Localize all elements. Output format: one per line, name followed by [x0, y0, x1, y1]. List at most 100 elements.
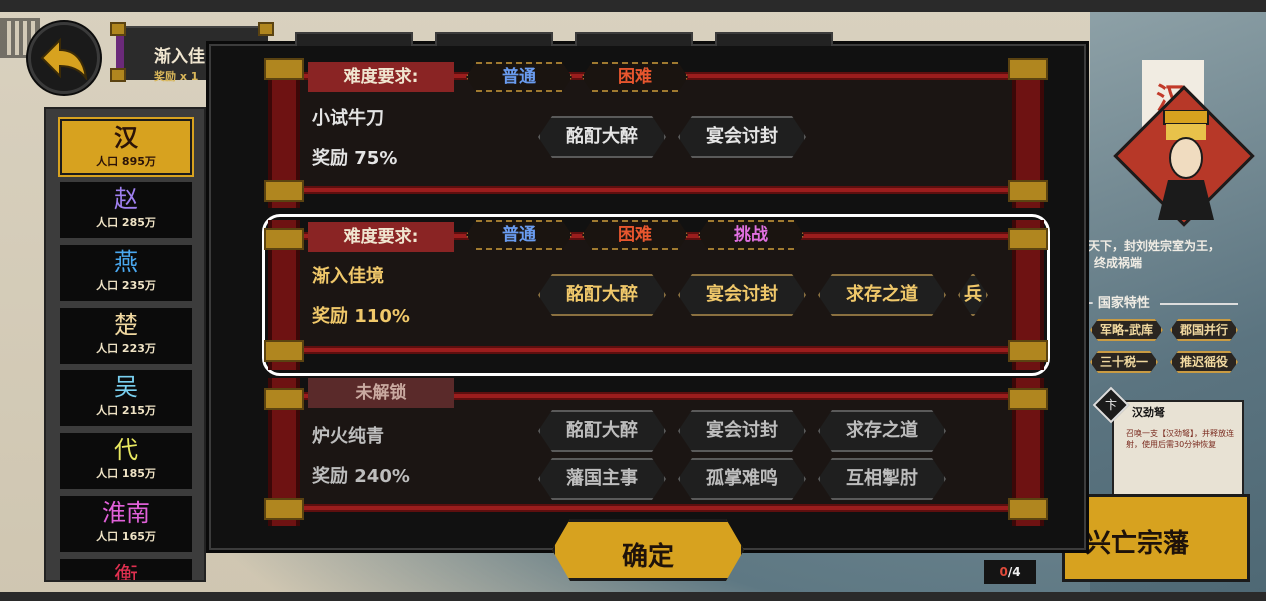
back-button[interactable]: [28, 22, 100, 94]
modal-tab: [435, 32, 553, 46]
faction-item-yan[interactable]: 燕 人口 235万: [60, 245, 192, 301]
trait-badge[interactable]: 三十税一: [1090, 351, 1158, 373]
faction-item-han[interactable]: 汉 人口 895万: [58, 117, 194, 177]
faction-population: 人口 895万: [96, 155, 156, 168]
traits-title-text: 国家特性: [1097, 296, 1150, 311]
unit-card-text: 召唤一支【汉劲弩】，并释放连射，使用后需30分钟恢复: [1126, 429, 1234, 449]
stage-name: 小试牛刀: [312, 108, 384, 129]
modifier-tag[interactable]: 酩酊大醉: [538, 274, 666, 316]
faction-item-zhao[interactable]: 赵 人口 285万: [60, 182, 192, 238]
modifier-tag: 求存之道: [818, 410, 946, 452]
unit-card-name: 汉劲弩: [1132, 406, 1165, 419]
difficulty-hard[interactable]: 困难: [582, 220, 688, 250]
trait-badge[interactable]: 军略-武库: [1090, 319, 1163, 341]
faction-item-wu[interactable]: 吴 人口 215万: [60, 370, 192, 426]
modal-tab: [575, 32, 693, 46]
faction-name: 汉: [114, 124, 138, 152]
modifier-tag: 宴会讨封: [678, 410, 806, 452]
top-strip: [0, 0, 1266, 12]
faction-name: 淮南: [102, 499, 150, 527]
start-game-label: 兴亡宗藩: [1085, 529, 1190, 559]
faction-item-heng[interactable]: 衡: [60, 559, 192, 582]
faction-population: 人口 165万: [96, 530, 156, 543]
trait-badge[interactable]: 推迟徭役: [1170, 351, 1238, 373]
pillar-cap: [1008, 340, 1048, 362]
modifier-tag[interactable]: 宴会讨封: [678, 116, 806, 158]
difficulty-challenge[interactable]: 挑战: [698, 220, 804, 250]
modifier-tag: 藩国主事: [538, 458, 666, 500]
pillar-cap: [1008, 228, 1048, 250]
stage-row-2[interactable]: 难度要求: 普通 困难 挑战 渐入佳境 奖励 110% 酩酊大醉 宴会讨封 求存…: [262, 214, 1050, 376]
modal-tab: [715, 32, 833, 46]
pillar-cap: [264, 228, 304, 250]
difficulty-requirement-label: 难度要求:: [308, 62, 454, 92]
row-rail: [288, 346, 1024, 354]
faction-item-dai[interactable]: 代 人口 185万: [60, 433, 192, 489]
selection-counter: 0/4: [984, 560, 1036, 584]
difficulty-normal[interactable]: 普通: [466, 62, 572, 92]
pillar-cap: [264, 388, 304, 410]
trait-badge[interactable]: 郡国并行: [1170, 319, 1238, 341]
modifier-tag: 互相掣肘: [818, 458, 946, 500]
counter-current: 0: [999, 565, 1008, 579]
faction-name: 衡: [114, 562, 138, 582]
modifier-tag[interactable]: 酩酊大醉: [538, 116, 666, 158]
faction-name: 燕: [114, 248, 138, 276]
pillar-cap: [1008, 388, 1048, 410]
modifier-tag: 孤掌难鸣: [678, 458, 806, 500]
stage-name: 渐入佳境: [312, 266, 384, 287]
stage-name: 炉火纯青: [312, 426, 384, 447]
description-line: 终成祸端: [1094, 256, 1143, 270]
counter-total: /4: [1007, 565, 1021, 579]
row-rail: [288, 186, 1024, 194]
back-arrow-icon: [40, 37, 88, 80]
faction-name: 吴: [114, 373, 138, 401]
locked-label: 未解锁: [308, 378, 454, 408]
modifier-tag[interactable]: 宴会讨封: [678, 274, 806, 316]
emperor-portrait: [1158, 110, 1214, 220]
stage-row-3: 未解锁 炉火纯青 奖励 240% 酩酊大醉 宴会讨封 求存之道 藩国主事 孤掌难…: [264, 378, 1048, 526]
row-rail: [288, 504, 1024, 512]
modifier-tag[interactable]: 求存之道: [818, 274, 946, 316]
faction-description: 天下，封刘姓宗室为王， 终成祸端: [1088, 238, 1220, 272]
faction-name: 赵: [114, 185, 138, 213]
stage-row-1[interactable]: 难度要求: 普通 困难 小试牛刀 奖励 75% 酩酊大醉 宴会讨封: [264, 58, 1048, 208]
stage-reward: 奖励 75%: [312, 148, 398, 169]
pillar-cap: [264, 58, 304, 80]
pillar-cap: [1008, 58, 1048, 80]
unit-card-badge-char: 卞: [1104, 398, 1117, 412]
faction-population: 人口 285万: [96, 216, 156, 229]
scroll-knob: [110, 68, 126, 82]
description-line: 天下，封刘姓宗室为王，: [1088, 239, 1221, 253]
pillar-cap: [1008, 180, 1048, 202]
pillar-cap: [264, 498, 304, 520]
bottom-strip: [0, 592, 1266, 601]
confirm-label: 确定: [621, 542, 674, 572]
stage-reward: 奖励 240%: [312, 466, 410, 487]
stage-reward: 奖励 110%: [312, 306, 410, 327]
faction-list: 汉 人口 895万 赵 人口 285万 燕 人口 235万 楚 人口 223万 …: [44, 107, 206, 582]
faction-population: 人口 215万: [96, 404, 156, 417]
pillar-cap: [264, 180, 304, 202]
modifier-tag: 酩酊大醉: [538, 410, 666, 452]
modal-tab: [295, 32, 413, 46]
stage-title: 渐入佳: [154, 47, 205, 67]
unit-card[interactable]: 汉劲弩 召唤一支【汉劲弩】，并释放连射，使用后需30分钟恢复: [1112, 400, 1244, 500]
faction-population: 人口 223万: [96, 342, 156, 355]
faction-population: 人口 235万: [96, 279, 156, 292]
scroll-knob: [110, 22, 126, 36]
pillar-cap: [1008, 498, 1048, 520]
difficulty-requirement-label: 难度要求:: [308, 222, 454, 252]
stage-subtitle: 奖励 x 1: [154, 70, 199, 83]
confirm-button[interactable]: 确定: [552, 519, 744, 581]
difficulty-hard[interactable]: 困难: [582, 62, 688, 92]
start-game-button[interactable]: 兴亡宗藩: [1062, 494, 1250, 582]
traits-title: - 国家特性: [1088, 292, 1239, 311]
pillar-cap: [264, 340, 304, 362]
faction-item-huainan[interactable]: 淮南 人口 165万: [60, 496, 192, 552]
faction-name: 代: [114, 436, 138, 464]
difficulty-normal[interactable]: 普通: [466, 220, 572, 250]
faction-item-chu[interactable]: 楚 人口 223万: [60, 308, 192, 364]
faction-population: 人口 185万: [96, 467, 156, 480]
scroll-knob: [258, 22, 274, 36]
